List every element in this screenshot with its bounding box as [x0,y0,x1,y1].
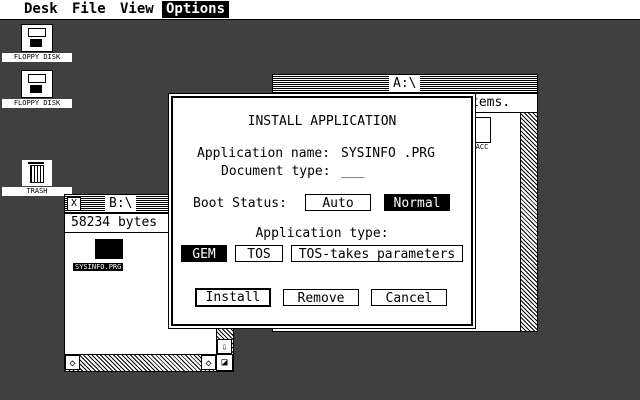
boot-auto-option[interactable]: Auto [305,194,371,211]
trash-desktop-icon[interactable]: TRASH [2,160,72,196]
scroll-left-arrow-icon[interactable]: ◇ [65,355,80,370]
trash-icon [22,160,52,186]
resize-box-icon[interactable]: ◪ [216,354,233,371]
document-type-label: Document type: [221,164,331,179]
floppy-disk-icon [21,70,53,98]
menu-bar: Desk File View Options [0,0,640,20]
menu-file[interactable]: File [68,1,110,18]
menu-view[interactable]: View [116,1,158,18]
window-b-horizontal-scrollbar[interactable]: ◇ ◇ [65,354,216,371]
window-a-info-text: tems. [471,95,511,110]
desktop-icon-label: TRASH [2,187,72,196]
floppy-disk-icon [21,24,53,52]
menu-desk[interactable]: Desk [20,1,62,18]
menu-options[interactable]: Options [162,1,230,18]
app-type-tos-params-option[interactable]: TOS-takes parameters [291,245,463,262]
app-name-value: SYSINFO .PRG [341,146,435,161]
install-application-dialog: INSTALL APPLICATION Application name: SY… [171,96,473,326]
application-type-label: Application type: [255,226,389,241]
boot-normal-option[interactable]: Normal [384,194,450,211]
install-button[interactable]: Install [195,288,271,307]
window-b-bytes: 58234 bytes [71,215,158,230]
program-file-icon[interactable] [95,239,123,259]
floppy-disk-b-desktop-icon[interactable]: FLOPPY DISK [2,70,72,108]
desktop-icon-label: FLOPPY DISK [2,53,72,62]
app-type-gem-option[interactable]: GEM [181,245,227,262]
document-type-input[interactable]: ___ [341,164,364,180]
app-type-tos-option[interactable]: TOS [235,245,283,262]
window-a-vertical-scrollbar[interactable] [520,113,537,331]
desktop-icon-label: FLOPPY DISK [2,99,72,108]
close-box-icon[interactable]: X [67,197,81,211]
cancel-button[interactable]: Cancel [371,289,447,306]
app-name-label: Application name: [197,146,331,161]
dialog-title: INSTALL APPLICATION [247,114,397,129]
remove-button[interactable]: Remove [283,289,359,306]
floppy-disk-a-desktop-icon[interactable]: FLOPPY DISK [2,24,72,62]
boot-status-label: Boot Status: [193,196,287,211]
window-a-title: A:\ [389,76,421,92]
file-label: SYSINFO.PRG [73,263,124,271]
scroll-down-arrow-icon[interactable]: ⇩ [217,339,232,354]
scroll-right-arrow-icon[interactable]: ◇ [201,355,216,370]
window-b-title: B:\ [105,196,137,212]
window-a-title-bar[interactable]: A:\ [273,75,537,94]
